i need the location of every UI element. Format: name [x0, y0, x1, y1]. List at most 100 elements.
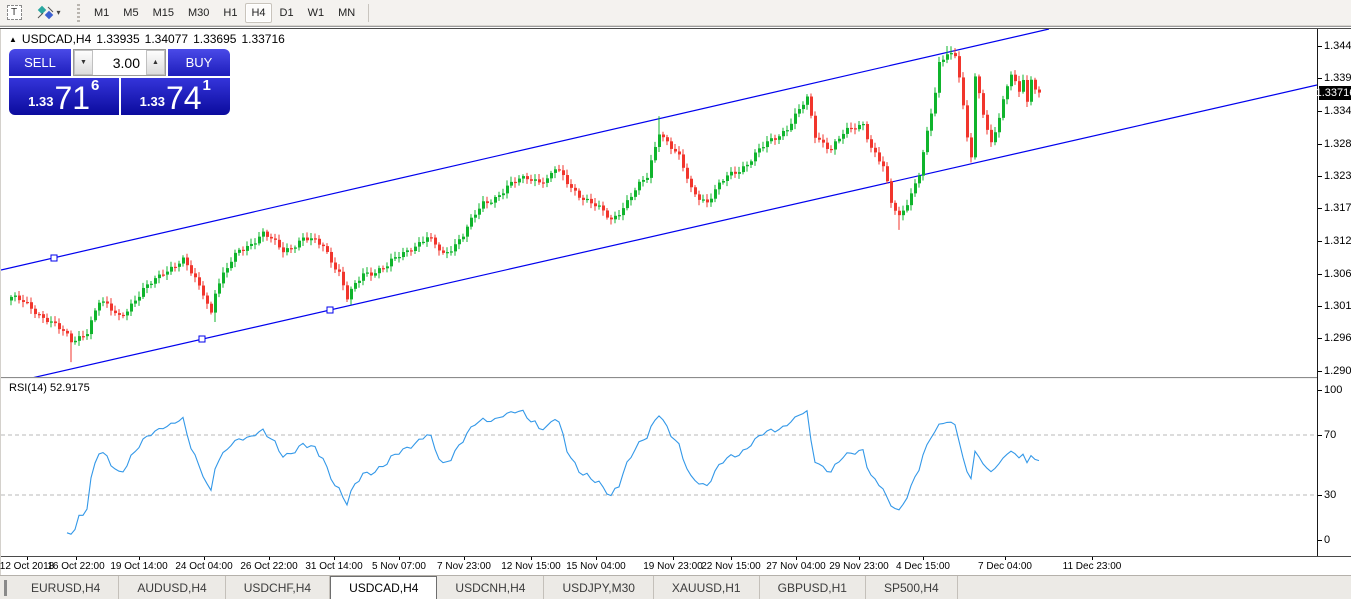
- timeframe-button-m5[interactable]: M5: [117, 3, 144, 23]
- rsi-axis-tick: [1318, 540, 1322, 541]
- price-axis-label: 1.31240: [1324, 235, 1351, 247]
- time-axis[interactable]: 12 Oct 201816 Oct 22:0019 Oct 14:0024 Oc…: [1, 556, 1351, 575]
- time-axis-tick: [204, 557, 205, 560]
- sell-price-big: 71: [54, 83, 90, 113]
- buy-button[interactable]: BUY: [168, 49, 230, 76]
- price-axis-tick: [1318, 306, 1322, 307]
- toolbar-separator: [368, 4, 369, 22]
- time-axis-label: 7 Dec 04:00: [978, 561, 1032, 572]
- price-axis-tick: [1318, 338, 1322, 339]
- rsi-axis-tick: [1318, 435, 1322, 436]
- price-axis-tick: [1318, 371, 1322, 372]
- text-tool-button[interactable]: T: [2, 3, 26, 23]
- top-toolbar: T ▾ M1M5M15M30H1H4D1W1MN: [0, 0, 1351, 26]
- chart-tab-usdcnh-h4[interactable]: USDCNH,H4: [437, 576, 544, 599]
- timeframe-button-h4[interactable]: H4: [245, 3, 271, 23]
- time-axis-tick: [796, 557, 797, 560]
- chart-symbol: USDCAD,H4: [22, 32, 91, 46]
- time-axis-tick: [531, 557, 532, 560]
- chart-tab-gbpusd-h1[interactable]: GBPUSD,H1: [760, 576, 866, 599]
- time-axis-tick: [596, 557, 597, 560]
- price-axis[interactable]: 1.344951.339551.334001.328601.323201.317…: [1317, 29, 1351, 575]
- time-axis-tick: [1005, 557, 1006, 560]
- price-axis-tick: [1318, 274, 1322, 275]
- ohlc-high: 1.34077: [145, 32, 188, 46]
- time-axis-tick: [139, 557, 140, 560]
- chart-tab-usdchf-h4[interactable]: USDCHF,H4: [226, 576, 330, 599]
- volume-stepper: ▼ 3.00 ▲: [73, 49, 166, 76]
- rsi-pane[interactable]: RSI(14) 52.9175: [1, 379, 1317, 555]
- chart-tab-usdcad-h4[interactable]: USDCAD,H4: [330, 576, 437, 599]
- time-axis-tick: [923, 557, 924, 560]
- chart-tab-usdjpy-m30[interactable]: USDJPY,M30: [544, 576, 653, 599]
- time-axis-tick: [269, 557, 270, 560]
- volume-increase-button[interactable]: ▲: [146, 50, 165, 75]
- price-axis-tick: [1318, 78, 1322, 79]
- timeframe-button-d1[interactable]: D1: [274, 3, 300, 23]
- price-axis-label: 1.33955: [1324, 72, 1351, 84]
- chart-tab-xauusd-h1[interactable]: XAUUSD,H1: [654, 576, 760, 599]
- chevron-down-icon: ▾: [56, 8, 60, 17]
- time-axis-label: 26 Oct 22:00: [240, 561, 297, 572]
- chart-title: ▲ USDCAD,H4 1.33935 1.34077 1.33695 1.33…: [9, 32, 285, 46]
- tabbar-grip: [4, 580, 7, 596]
- price-axis-tick: [1318, 111, 1322, 112]
- timeframe-button-m1[interactable]: M1: [88, 3, 115, 23]
- sell-quote-button[interactable]: 1.33 71 6: [9, 78, 119, 115]
- sell-price-pipette: 6: [91, 80, 99, 92]
- buy-quote-button[interactable]: 1.33 74 1: [121, 78, 231, 115]
- timeframe-button-m30[interactable]: M30: [182, 3, 215, 23]
- volume-decrease-button[interactable]: ▼: [74, 50, 93, 75]
- time-axis-tick: [76, 557, 77, 560]
- price-axis-label: 1.30685: [1324, 268, 1351, 280]
- text-tool-icon: T: [7, 5, 22, 20]
- time-axis-label: 5 Nov 07:00: [372, 561, 426, 572]
- arrows-tool-button[interactable]: ▾: [30, 3, 68, 23]
- time-axis-label: 12 Oct 2018: [0, 561, 54, 572]
- time-axis-tick: [673, 557, 674, 560]
- price-axis-label: 1.31780: [1324, 202, 1351, 214]
- rsi-axis-label: 70: [1324, 429, 1336, 441]
- buy-price-pipette: 1: [203, 80, 211, 92]
- ohlc-low: 1.33695: [193, 32, 236, 46]
- price-axis-label: 1.32320: [1324, 170, 1351, 182]
- sell-button[interactable]: SELL: [9, 49, 71, 76]
- time-axis-tick: [859, 557, 860, 560]
- timeframe-button-m15[interactable]: M15: [147, 3, 180, 23]
- timeframe-button-mn[interactable]: MN: [332, 3, 361, 23]
- price-axis-label: 1.32860: [1324, 138, 1351, 150]
- price-axis-label: 1.34495: [1324, 40, 1351, 52]
- time-axis-tick: [334, 557, 335, 560]
- chart-tab-sp500-h4[interactable]: SP500,H4: [866, 576, 958, 599]
- timeframe-button-h1[interactable]: H1: [217, 3, 243, 23]
- one-click-trade-panel: SELL ▼ 3.00 ▲ BUY 1.33 71 6 1.33 74 1: [9, 49, 230, 115]
- time-axis-label: 31 Oct 14:00: [305, 561, 362, 572]
- chart-tab-audusd-h4[interactable]: AUDUSD,H4: [119, 576, 225, 599]
- rsi-chart[interactable]: [1, 379, 1317, 555]
- ohlc-close: 1.33716: [241, 32, 284, 46]
- arrows-tool-icon: [37, 5, 54, 20]
- chart-tab-eurusd-h4[interactable]: EURUSD,H4: [13, 576, 119, 599]
- toolbar-grip[interactable]: [76, 4, 81, 22]
- time-axis-tick: [399, 557, 400, 560]
- rsi-axis-tick: [1318, 495, 1322, 496]
- triangle-up-icon: ▲: [9, 35, 17, 44]
- time-axis-label: 15 Nov 04:00: [566, 561, 626, 572]
- time-axis-label: 22 Nov 15:00: [701, 561, 761, 572]
- price-axis-tick: [1318, 176, 1322, 177]
- buy-price-prefix: 1.33: [140, 94, 165, 109]
- timeframe-button-w1[interactable]: W1: [302, 3, 331, 23]
- time-axis-label: 12 Nov 15:00: [501, 561, 561, 572]
- rsi-axis-label: 0: [1324, 534, 1330, 546]
- current-price-tag: 1.33716: [1319, 86, 1351, 100]
- time-axis-label: 19 Nov 23:00: [643, 561, 703, 572]
- rsi-axis-label: 30: [1324, 489, 1336, 501]
- time-axis-tick: [1092, 557, 1093, 560]
- time-axis-label: 16 Oct 22:00: [47, 561, 104, 572]
- chart-window: ▲ USDCAD,H4 1.33935 1.34077 1.33695 1.33…: [0, 29, 1351, 575]
- price-axis-label: 1.29605: [1324, 332, 1351, 344]
- timeframe-toolbar: M1M5M15M30H1H4D1W1MN: [87, 3, 362, 23]
- main-chart-pane[interactable]: ▲ USDCAD,H4 1.33935 1.34077 1.33695 1.33…: [1, 29, 1317, 377]
- volume-input[interactable]: 3.00: [93, 50, 146, 75]
- price-axis-label: 1.30145: [1324, 300, 1351, 312]
